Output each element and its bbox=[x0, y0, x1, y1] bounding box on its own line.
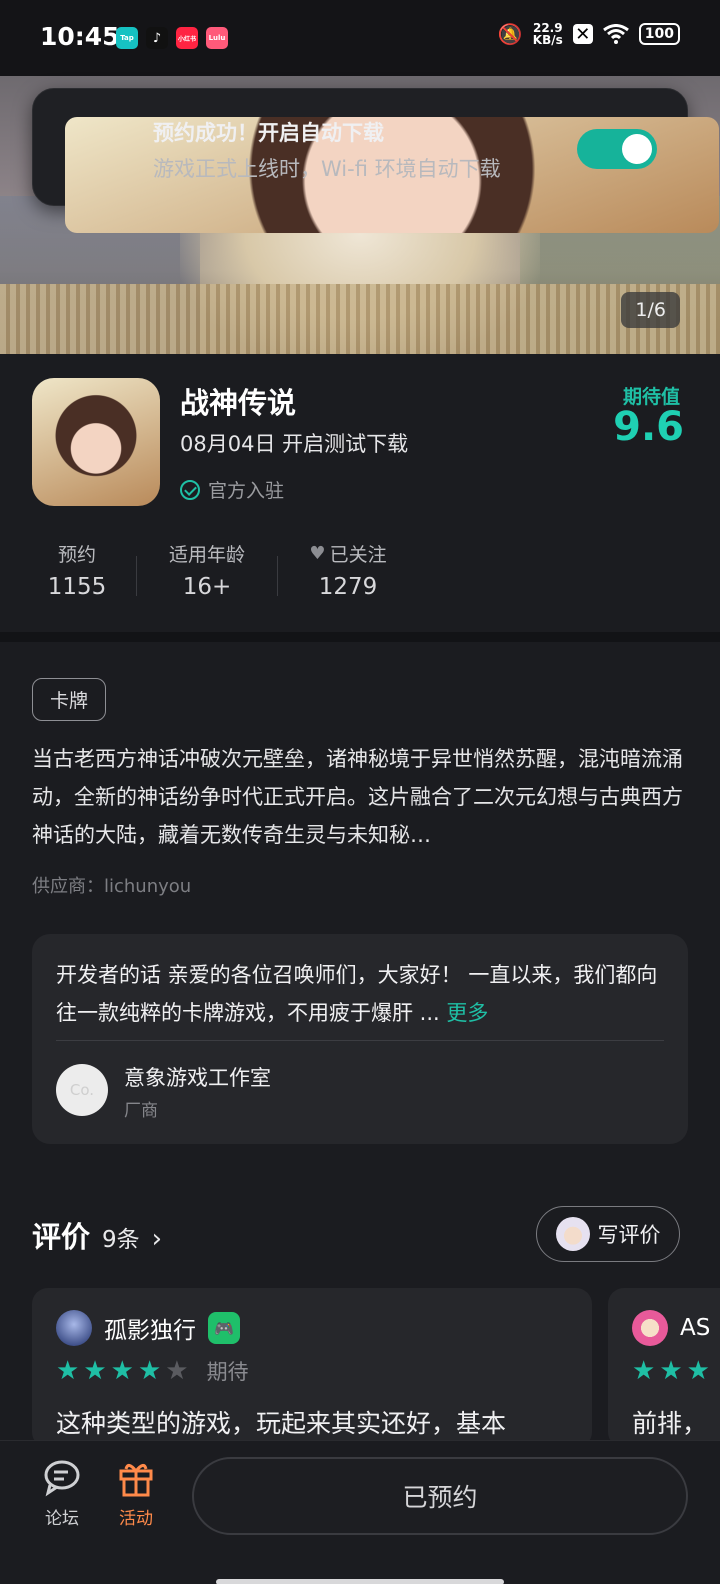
gift-icon bbox=[119, 1464, 153, 1497]
rating-stars: ★ ★ ★ ★ ★ 期待 bbox=[56, 1356, 249, 1386]
review-text: 这种类型的游戏，玩起来其实还好，基本 bbox=[56, 1409, 507, 1438]
review-card[interactable]: AS ★ ★ ★ 前排， bbox=[608, 1288, 720, 1448]
forum-label: 论坛 bbox=[45, 1509, 79, 1529]
rating-stars: ★ ★ ★ bbox=[632, 1356, 710, 1386]
star-filled-icon: ★ bbox=[56, 1356, 80, 1386]
star-filled-icon: ★ bbox=[659, 1356, 683, 1386]
developer-avatar[interactable]: Co. bbox=[56, 1064, 108, 1116]
reviews-count: 9条 bbox=[102, 1227, 140, 1253]
auto-download-toggle[interactable] bbox=[577, 129, 657, 169]
reviews-title: 评价 bbox=[32, 1220, 91, 1254]
taptap-icon: Tap bbox=[116, 27, 138, 49]
reviewer-avatar bbox=[56, 1310, 92, 1346]
reviewer-name: 孤影独行 bbox=[104, 1318, 196, 1344]
user-avatar bbox=[555, 1217, 590, 1251]
review-user: 孤影独行 🎮 bbox=[56, 1310, 240, 1346]
tiktok-icon: ♪ bbox=[146, 27, 168, 49]
review-tag: 期待 bbox=[206, 1360, 249, 1384]
more-link[interactable]: 更多 bbox=[446, 1001, 488, 1025]
official-label: 官方入驻 bbox=[208, 480, 285, 502]
net-speed: 22.9 KB/s bbox=[533, 22, 563, 46]
game-icon-art bbox=[32, 378, 160, 506]
stat-value: 1279 bbox=[318, 574, 378, 600]
reviewer-avatar bbox=[632, 1310, 668, 1346]
write-review-button[interactable]: 写评价 bbox=[536, 1206, 680, 1262]
mute-icon: 🔕 bbox=[497, 22, 523, 46]
status-time: 10:45 bbox=[40, 22, 120, 51]
activity-button[interactable]: 活动 bbox=[106, 1457, 166, 1529]
reviews-header[interactable]: 评价 9条 › bbox=[32, 1214, 162, 1256]
review-user: AS bbox=[632, 1310, 710, 1346]
game-stats: 预约 1155 适用年龄 16+ ♥ 已关注 1279 bbox=[32, 540, 418, 601]
stat-value: 16+ bbox=[182, 574, 232, 600]
star-filled-icon: ★ bbox=[137, 1356, 162, 1386]
stat-reservations: 预约 1155 bbox=[32, 540, 122, 601]
developer-role: 厂商 bbox=[124, 1101, 158, 1121]
star-empty-icon: ★ bbox=[165, 1356, 189, 1386]
chevron-right-icon: › bbox=[151, 1224, 163, 1254]
star-filled-icon: ★ bbox=[83, 1356, 107, 1386]
heart-icon: ♥ bbox=[309, 542, 326, 564]
battery-indicator: 100 bbox=[638, 23, 680, 45]
section-divider bbox=[0, 632, 720, 642]
game-description[interactable]: 当古老西方神话冲破次元壁垒，诸神秘境于异世悄然苏醒，混沌暗流涌动，全新的神话纷争… bbox=[32, 740, 688, 854]
gamepad-badge-icon: 🎮 bbox=[208, 1312, 240, 1344]
lulu-icon: Lulu bbox=[206, 27, 228, 49]
genre-tag[interactable]: 卡牌 bbox=[32, 678, 107, 721]
game-title: 战神传说 bbox=[180, 386, 297, 420]
home-indicator[interactable] bbox=[216, 1579, 504, 1584]
stat-label: ♥ 已关注 bbox=[278, 540, 418, 566]
status-app-icons: Tap ♪ 小红书 Lulu bbox=[116, 27, 228, 49]
bottom-action-bar: 论坛 活动 已预约 bbox=[0, 1440, 720, 1584]
developer-name[interactable]: 意象游戏工作室 bbox=[124, 1062, 271, 1092]
stat-age-rating: 适用年龄 16+ bbox=[137, 540, 277, 601]
official-badge: 官方入驻 bbox=[180, 476, 284, 503]
close-box-icon: ✕ bbox=[572, 24, 593, 45]
activity-label: 活动 bbox=[119, 1509, 153, 1529]
reservation-notification[interactable]: 预约成功！开启自动下载 游戏正式上线时，Wi-fi 环境自动下载 bbox=[32, 88, 719, 233]
banner-page-counter: 1/6 bbox=[621, 292, 680, 328]
banner-frame-border bbox=[0, 284, 720, 354]
reserved-button[interactable]: 已预约 bbox=[192, 1457, 688, 1535]
verified-check-icon bbox=[180, 479, 200, 500]
developer-message-text: 开发者的话 亲爱的各位召唤师们，大家好！ 一直以来，我们都向往一款纯粹的卡牌游戏… bbox=[56, 963, 658, 1025]
supplier-info: 供应商：lichunyou bbox=[32, 876, 192, 897]
net-speed-unit: KB/s bbox=[532, 33, 563, 47]
reviewer-name: AS bbox=[680, 1315, 711, 1341]
forum-button[interactable]: 论坛 bbox=[32, 1457, 92, 1529]
release-date: 08月04日 开启测试下载 bbox=[180, 432, 409, 456]
toggle-knob bbox=[622, 134, 652, 164]
developer-card-divider bbox=[56, 1040, 664, 1041]
stat-label: 预约 bbox=[57, 543, 96, 566]
stat-followers[interactable]: ♥ 已关注 1279 bbox=[278, 540, 418, 601]
game-info-section: 战神传说 08月04日 开启测试下载 官方入驻 期待值 9.6 预约 1155 … bbox=[0, 354, 720, 632]
stat-label: 适用年龄 bbox=[168, 543, 245, 566]
chat-bubble-icon bbox=[44, 1460, 80, 1497]
star-filled-icon: ★ bbox=[686, 1356, 710, 1386]
notification-subtitle: 游戏正式上线时，Wi-fi 环境自动下载 bbox=[153, 157, 501, 181]
xiaohongshu-icon: 小红书 bbox=[176, 27, 198, 49]
status-bar: 10:45 Tap ♪ 小红书 Lulu 🔕 22.9 KB/s ✕ 100 bbox=[0, 0, 720, 76]
wifi-icon bbox=[602, 24, 629, 44]
developer-message[interactable]: 开发者的话 亲爱的各位召唤师们，大家好！ 一直以来，我们都向往一款纯粹的卡牌游戏… bbox=[56, 956, 664, 1036]
game-icon[interactable] bbox=[32, 378, 160, 506]
expect-score-value: 9.6 bbox=[613, 404, 684, 450]
review-card[interactable]: 孤影独行 🎮 ★ ★ ★ ★ ★ 期待 这种类型的游戏，玩起来其实还好，基本 bbox=[32, 1288, 592, 1448]
star-filled-icon: ★ bbox=[110, 1356, 134, 1386]
notification-title: 预约成功！开启自动下载 bbox=[153, 121, 384, 145]
review-text: 前排， bbox=[632, 1409, 708, 1438]
status-indicators: 🔕 22.9 KB/s ✕ 100 bbox=[498, 22, 680, 46]
follow-label: 已关注 bbox=[329, 543, 387, 566]
stat-value: 1155 bbox=[47, 574, 107, 600]
star-filled-icon: ★ bbox=[632, 1356, 656, 1386]
developer-card: 开发者的话 亲爱的各位召唤师们，大家好！ 一直以来，我们都向往一款纯粹的卡牌游戏… bbox=[32, 934, 688, 1144]
write-review-label: 写评价 bbox=[597, 1223, 661, 1247]
